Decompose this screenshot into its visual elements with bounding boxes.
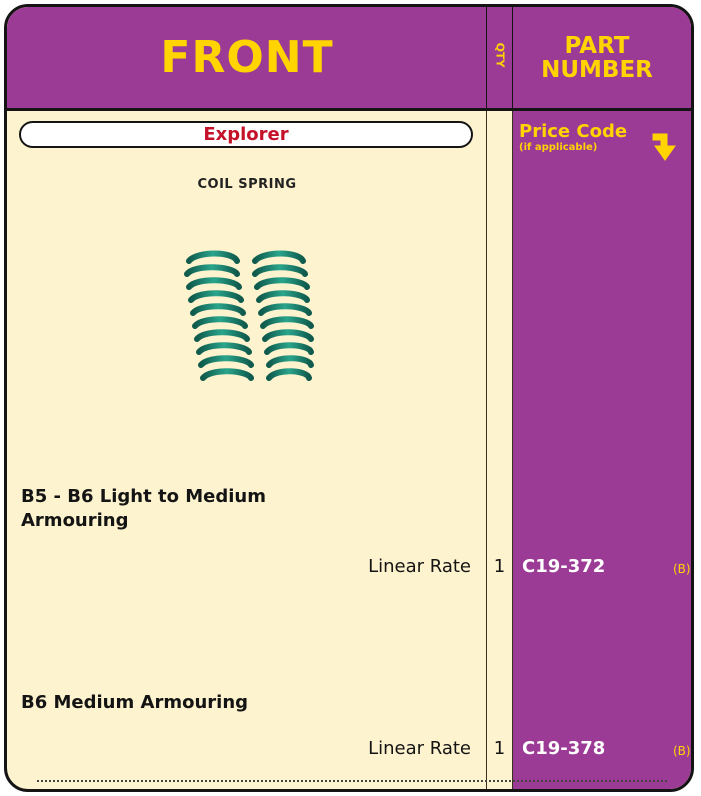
price-code-value: (B) (673, 562, 691, 576)
part-number: C19-372 (522, 556, 606, 577)
header-part-number: PART NUMBER (513, 7, 691, 111)
arrow-turn-down-icon (651, 128, 681, 166)
qty-title: QTY (493, 42, 506, 68)
price-code-value: (B) (673, 744, 691, 758)
parts-card: FRONT QTY PART NUMBER Explorer COIL SPRI… (4, 4, 694, 792)
qty-value: 1 (493, 556, 506, 577)
price-code-text: Price Code (519, 121, 628, 142)
part-title: COIL SPRING (197, 177, 297, 192)
dotted-divider (37, 780, 667, 782)
rate-label: Linear Rate (368, 738, 471, 759)
part-number: C19-378 (522, 738, 606, 759)
qty-column (486, 7, 513, 789)
coil-springs-image (177, 247, 317, 396)
spring-right (252, 250, 314, 381)
price-code-label: Price Code (if applicable) (519, 122, 627, 154)
rate-label: Linear Rate (368, 556, 471, 577)
row-heading: B5 - B6 Light to Medium Armouring (21, 486, 266, 531)
part-number-title-line2: NUMBER (541, 56, 653, 83)
front-title: FRONT (160, 32, 334, 83)
part-number-title-line1: PART (564, 32, 630, 59)
spring-left (184, 250, 254, 381)
header-qty: QTY (486, 7, 513, 111)
price-code-subtext: (if applicable) (519, 142, 598, 153)
header-front: FRONT (7, 7, 487, 111)
qty-value: 1 (493, 738, 506, 759)
vehicle-label: Explorer (19, 121, 473, 148)
row-heading: B6 Medium Armouring (21, 692, 249, 713)
vehicle-name: Explorer (203, 124, 289, 145)
